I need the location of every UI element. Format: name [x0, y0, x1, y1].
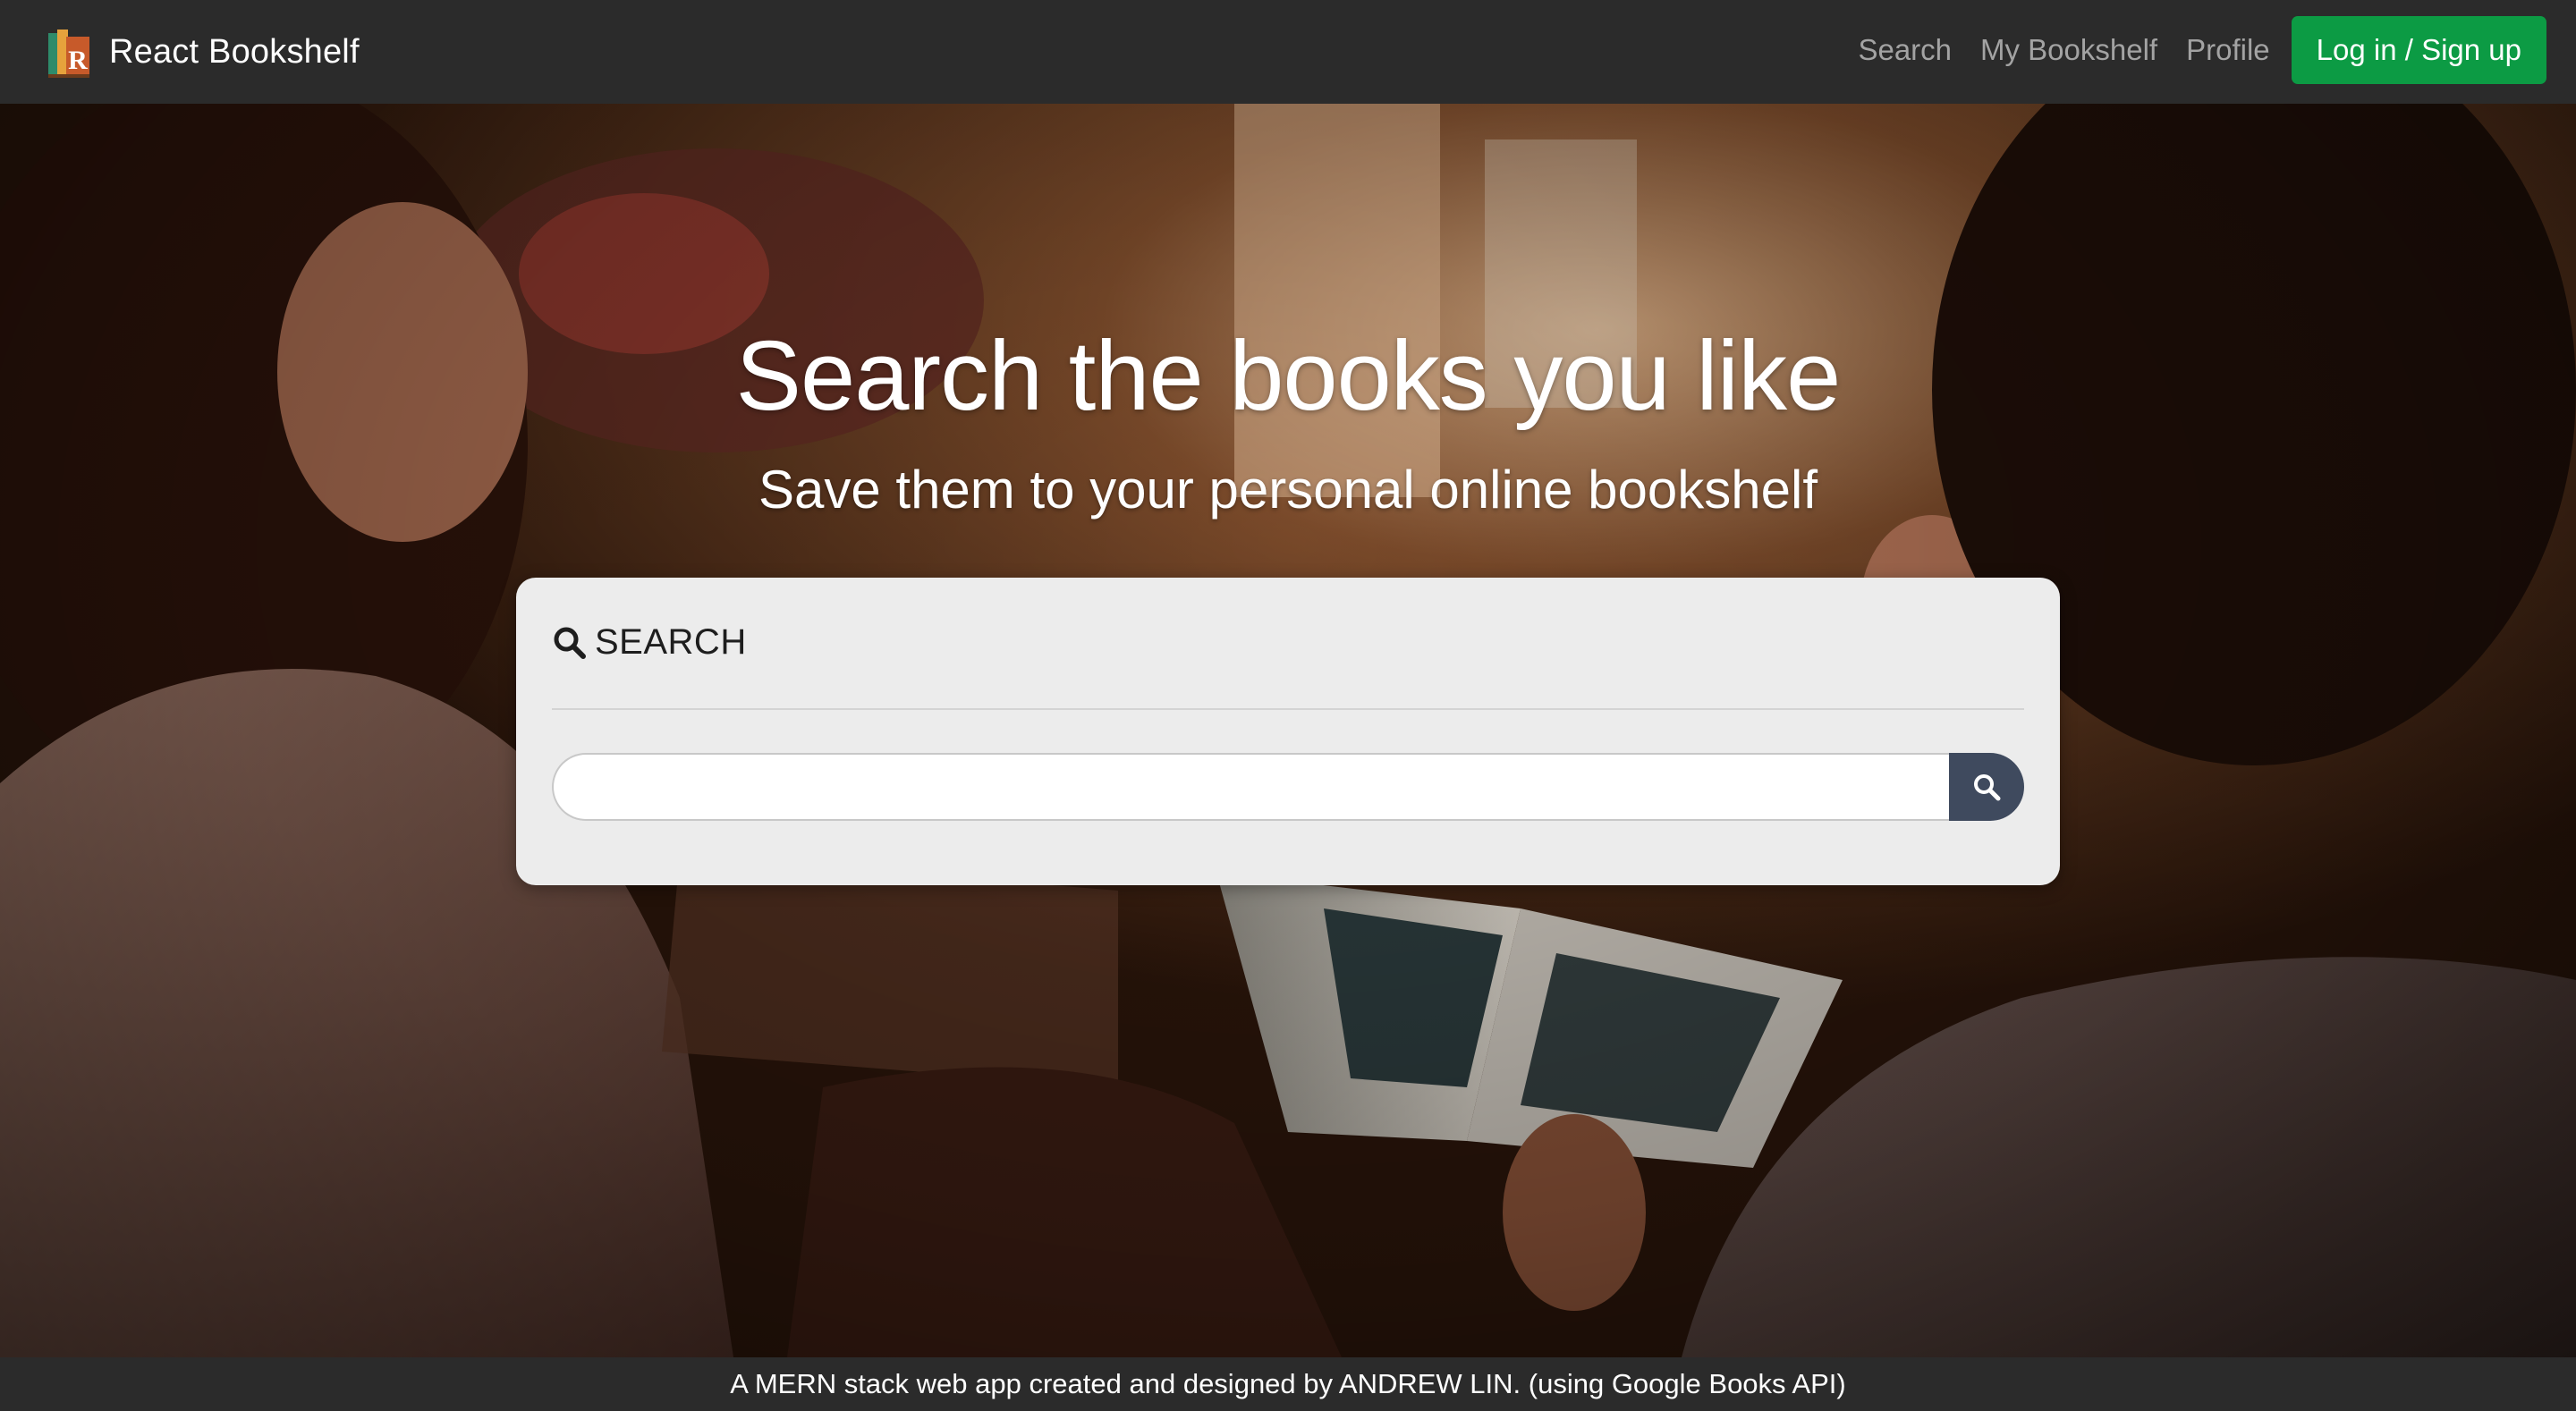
- search-icon: [554, 627, 586, 659]
- login-signup-button[interactable]: Log in / Sign up: [2291, 16, 2546, 84]
- nav-link-my-bookshelf[interactable]: My Bookshelf: [1980, 33, 2157, 67]
- footer: A MERN stack web app created and designe…: [0, 1357, 2576, 1411]
- search-input-group: [552, 753, 2024, 821]
- brand-name: React Bookshelf: [109, 32, 360, 71]
- nav-links: Search My Bookshelf Profile Log in / Sig…: [1858, 16, 2546, 84]
- footer-credits: A MERN stack web app created and designe…: [730, 1368, 1846, 1399]
- brand-link[interactable]: R React Bookshelf: [47, 24, 360, 80]
- search-card-title: SEARCH: [595, 622, 747, 662]
- divider: [552, 708, 2024, 710]
- search-card: SEARCH: [516, 578, 2060, 885]
- search-icon: [1974, 774, 2001, 801]
- search-card-header: SEARCH: [552, 622, 747, 663]
- nav-link-profile[interactable]: Profile: [2186, 33, 2270, 67]
- search-submit-button[interactable]: [1949, 753, 2024, 821]
- hero-title: Search the books you like: [735, 321, 1842, 431]
- hero-subtitle: Save them to your personal online booksh…: [758, 460, 1818, 520]
- nav-link-search[interactable]: Search: [1858, 33, 1952, 67]
- svg-text:R: R: [68, 46, 88, 75]
- search-input[interactable]: [552, 753, 1949, 821]
- bookshelf-logo-icon: R: [48, 30, 89, 78]
- navbar: R React Bookshelf Search My Bookshelf Pr…: [0, 0, 2576, 104]
